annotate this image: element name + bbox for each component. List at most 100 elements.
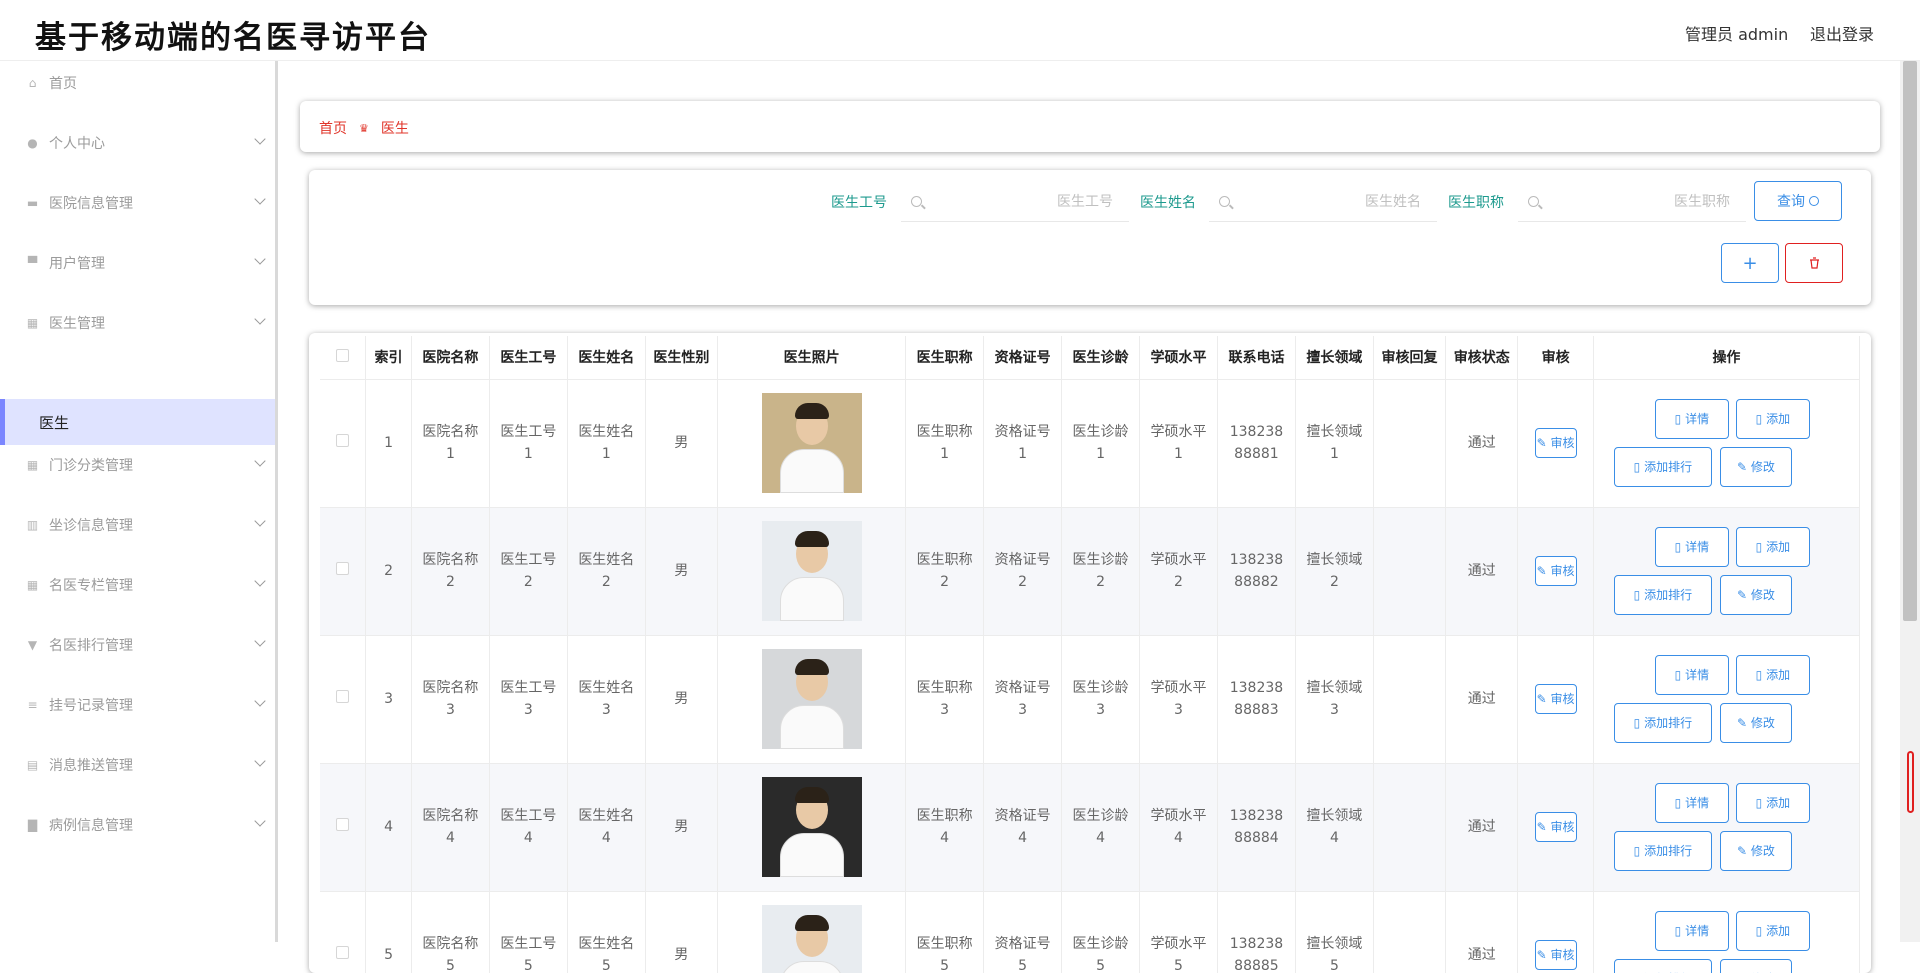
table-row[interactable]: 5医院名称5医生工号5医生姓名5男医生职称5资格证号5医生诊龄5学硕水平5138… <box>320 891 1860 973</box>
audit-cell: ✎ 审核 <box>1518 379 1594 507</box>
gender-cell: 男 <box>645 379 717 507</box>
add-item-button[interactable]: ▯ 添加 <box>1736 655 1810 695</box>
audit-button[interactable]: ✎ 审核 <box>1535 684 1577 714</box>
sidebar-item-4[interactable]: ▀用户管理 <box>0 241 276 285</box>
sidebar-item-10[interactable]: ≡挂号记录管理 <box>0 683 276 727</box>
gender-cell: 男 <box>645 763 717 891</box>
row-select-cell[interactable] <box>320 891 366 973</box>
sidebar-subitem-doctor[interactable]: 医生 <box>0 399 276 445</box>
doctor-photo[interactable] <box>762 521 862 621</box>
select-all-checkbox[interactable] <box>336 349 349 362</box>
audit-button[interactable]: ✎ 审核 <box>1535 556 1577 586</box>
photo-hair-icon <box>795 915 829 931</box>
sidebar-item-6[interactable]: ▦门诊分类管理 <box>0 443 276 487</box>
sidebar-item-2[interactable]: ●个人中心 <box>0 121 276 165</box>
doc_no-text: 医生工号5 <box>497 933 559 973</box>
edit-button[interactable]: ✎ 修改 <box>1720 447 1792 487</box>
actions-group: ▯ 详情▯ 添加 ▯ 添加排行✎ 修改 <box>1594 380 1859 507</box>
detail-button[interactable]: ▯ 详情 <box>1655 783 1729 823</box>
detail-button[interactable]: ▯ 详情 <box>1655 911 1729 951</box>
add-item-button[interactable]: ▯ 添加 <box>1736 527 1810 567</box>
doctor-name-label: 医生姓名 <box>1140 192 1196 212</box>
rank-button-label: 添加排行 <box>1644 456 1692 478</box>
sidebar-item-5[interactable]: ▦ 医生管理 <box>0 301 276 345</box>
add-rank-button[interactable]: ▯ 添加排行 <box>1614 447 1712 487</box>
phone-cell: 13823888881 <box>1217 379 1295 507</box>
doctor-title-label: 医生职称 <box>1448 192 1504 212</box>
row-checkbox[interactable] <box>336 946 349 959</box>
audit-button[interactable]: ✎ 审核 <box>1535 428 1577 458</box>
edit-button[interactable]: ✎ 修改 <box>1720 959 1792 973</box>
field-cell: 擅长领域3 <box>1295 635 1373 763</box>
doc-icon: ▯ <box>1756 920 1766 942</box>
phone-text: 13823888884 <box>1225 805 1287 849</box>
sidebar-item-label: 医院信息管理 <box>49 193 133 213</box>
doctor-photo[interactable] <box>762 905 862 973</box>
years-cell: 医生诊龄2 <box>1062 507 1140 635</box>
doc-icon: ▯ <box>1675 920 1685 942</box>
add-item-button[interactable]: ▯ 添加 <box>1736 399 1810 439</box>
logout-link[interactable]: 退出登录 <box>1810 21 1874 45</box>
field-cell: 擅长领域5 <box>1295 891 1373 973</box>
add-rank-button[interactable]: ▯ 添加排行 <box>1614 703 1712 743</box>
row-checkbox[interactable] <box>336 690 349 703</box>
sidebar-item-3[interactable]: ▬医院信息管理 <box>0 181 276 225</box>
edu-cell: 学硕水平1 <box>1140 379 1218 507</box>
row-select-cell[interactable] <box>320 763 366 891</box>
add-button[interactable]: + <box>1721 243 1779 283</box>
edu-text: 学硕水平5 <box>1148 933 1210 973</box>
detail-button[interactable]: ▯ 详情 <box>1655 527 1729 567</box>
sidebar-item-11[interactable]: ▤消息推送管理 <box>0 743 276 787</box>
sidebar-item-12[interactable]: ▇病例信息管理 <box>0 803 276 847</box>
edit-button[interactable]: ✎ 修改 <box>1720 703 1792 743</box>
row-select-cell[interactable] <box>320 507 366 635</box>
detail-button[interactable]: ▯ 详情 <box>1655 655 1729 695</box>
add-item-button[interactable]: ▯ 添加 <box>1736 783 1810 823</box>
audit-button[interactable]: ✎ 审核 <box>1535 940 1577 970</box>
table-scroll-area[interactable]: 索引医院名称医生工号医生姓名医生性别医生照片医生职称资格证号医生诊龄学硕水平联系… <box>320 336 1860 973</box>
add-rank-button[interactable]: ▯ 添加排行 <box>1614 575 1712 615</box>
delete-button[interactable] <box>1785 243 1843 283</box>
hospital-text: 医院名称2 <box>419 549 481 593</box>
doctor-no-input-wrap <box>901 182 1129 222</box>
row-checkbox[interactable] <box>336 434 349 447</box>
edit-button[interactable]: ✎ 修改 <box>1720 575 1792 615</box>
row-select-cell[interactable] <box>320 635 366 763</box>
doctor-photo[interactable] <box>762 777 862 877</box>
row-checkbox[interactable] <box>336 818 349 831</box>
table-row[interactable]: 3医院名称3医生工号3医生姓名3男医生职称3资格证号3医生诊龄3学硕水平3138… <box>320 635 1860 763</box>
doctor-no-input[interactable] <box>933 182 1123 222</box>
reply-cell <box>1373 891 1445 973</box>
table-row[interactable]: 1医院名称1医生工号1医生姓名1男医生职称1资格证号1医生诊龄1学硕水平1138… <box>320 379 1860 507</box>
select-all-cell[interactable] <box>320 336 366 379</box>
query-button[interactable]: 查询 <box>1754 181 1842 221</box>
add-rank-button[interactable]: ▯ 添加排行 <box>1614 831 1712 871</box>
table-row[interactable]: 4医院名称4医生工号4医生姓名4男医生职称4资格证号4医生诊龄4学硕水平4138… <box>320 763 1860 891</box>
doctor-name-input[interactable] <box>1241 182 1431 222</box>
sidebar-item-7[interactable]: ▥坐诊信息管理 <box>0 503 276 547</box>
sidebar-item-8[interactable]: ▦名医专栏管理 <box>0 563 276 607</box>
scrollbar-thumb[interactable] <box>1903 61 1917 621</box>
detail-button[interactable]: ▯ 详情 <box>1655 399 1729 439</box>
reply-cell <box>1373 763 1445 891</box>
field-cell: 擅长领域4 <box>1295 763 1373 891</box>
edit-button[interactable]: ✎ 修改 <box>1720 831 1792 871</box>
doctor-photo[interactable] <box>762 393 862 493</box>
page-scrollbar[interactable] <box>1900 61 1920 942</box>
doctor-title-input[interactable] <box>1550 182 1740 222</box>
breadcrumb-home[interactable]: 首页 <box>319 118 347 138</box>
row-checkbox[interactable] <box>336 562 349 575</box>
table-row[interactable]: 2医院名称2医生工号2医生姓名2男医生职称2资格证号2医生诊龄2学硕水平2138… <box>320 507 1860 635</box>
title-cell: 医生职称4 <box>906 763 984 891</box>
grid-icon: ▦ <box>26 317 39 330</box>
sidebar-item-label: 医生管理 <box>49 313 105 333</box>
doctor-photo[interactable] <box>762 649 862 749</box>
sidebar-item-1[interactable]: ⌂首页 <box>0 61 276 105</box>
add-rank-button[interactable]: ▯ 添加排行 <box>1614 959 1712 973</box>
column-header: 医生照片 <box>718 336 906 379</box>
sidebar-item-9[interactable]: ▼名医排行管理 <box>0 623 276 667</box>
audit-button[interactable]: ✎ 审核 <box>1535 812 1577 842</box>
row-select-cell[interactable] <box>320 379 366 507</box>
detail-button-label: 详情 <box>1685 408 1709 430</box>
add-item-button[interactable]: ▯ 添加 <box>1736 911 1810 951</box>
